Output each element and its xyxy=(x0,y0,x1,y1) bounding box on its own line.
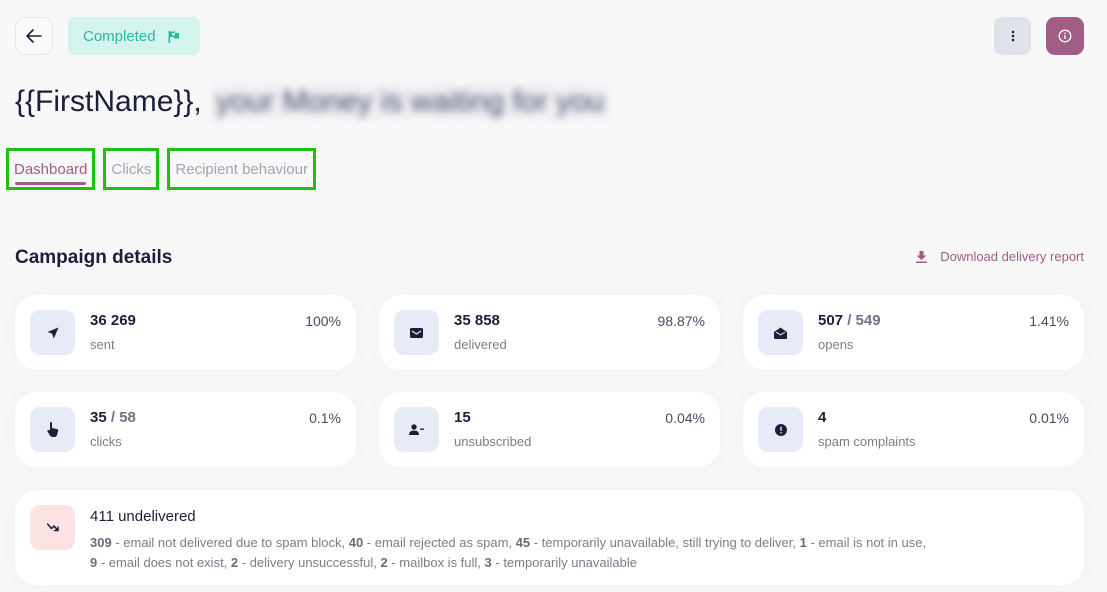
download-icon xyxy=(916,250,928,263)
stat-label: opens xyxy=(818,337,854,352)
stat-card-unsubscribed: 15 unsubscribed 0.04% xyxy=(379,392,720,467)
reason-count: 9 xyxy=(90,555,98,570)
envelope-icon xyxy=(410,327,423,338)
undelivered-reasons: 309 - email not delivered due to spam bl… xyxy=(90,533,1050,573)
tab-dashboard[interactable]: Dashboard xyxy=(6,148,96,190)
stat-count: 35 858 xyxy=(454,312,500,329)
stat-card-delivered: 35 858 delivered 98.87% xyxy=(379,295,720,370)
reason-count: 309 xyxy=(90,535,112,550)
undelivered-reason: 1 - email is not in use, xyxy=(799,535,927,550)
stat-count: 15 xyxy=(454,409,471,426)
stat-icon-box xyxy=(394,310,439,355)
stat-label: clicks xyxy=(90,434,122,449)
download-delivery-report-link[interactable]: Download delivery report xyxy=(916,249,1084,264)
undelivered-reason: 40 - email rejected as spam, xyxy=(348,535,516,550)
section-title: Campaign details xyxy=(15,247,173,268)
download-label: Download delivery report xyxy=(940,249,1084,264)
envelope-open-icon xyxy=(774,327,787,339)
stat-icon-box xyxy=(758,310,803,355)
stat-total: 58 xyxy=(119,409,136,426)
stat-icon-box xyxy=(30,407,75,452)
title-merge-tag: {{FirstName}}, xyxy=(15,85,202,118)
send-icon xyxy=(47,327,58,338)
stat-icon-box xyxy=(758,407,803,452)
undelivered-reason: 45 - temporarily unavailable, still tryi… xyxy=(515,535,800,550)
more-options-button[interactable] xyxy=(994,17,1031,55)
reason-count: 45 xyxy=(515,535,531,550)
reason-count: 2 xyxy=(230,555,239,570)
exclamation-circle-icon xyxy=(774,423,787,436)
stat-card-spam-complaints: 4 spam complaints 0.01% xyxy=(743,392,1084,467)
stat-label: unsubscribed xyxy=(454,434,532,449)
stat-value: 15 xyxy=(454,409,471,426)
stat-count: 35 xyxy=(90,409,107,426)
undelivered-card: 411 undelivered 309 - email not delivere… xyxy=(15,490,1084,585)
stat-count: 4 xyxy=(818,409,827,426)
reason-count: 2 xyxy=(380,555,388,570)
reason-count: 1 xyxy=(799,535,807,550)
stat-card-sent: 36 269 sent 100% xyxy=(15,295,356,370)
stat-icon-box xyxy=(394,407,439,452)
stat-value: 507 / 549 xyxy=(818,312,881,329)
title-blurred-text: your Money is waiting for you xyxy=(211,85,609,119)
stat-value: 35 / 58 xyxy=(90,409,136,426)
info-icon xyxy=(1058,29,1072,43)
status-label: Completed xyxy=(83,27,156,45)
undelivered-title: 411 undelivered xyxy=(90,508,196,525)
stat-percent: 1.41% xyxy=(1029,313,1069,329)
trend-down-icon xyxy=(46,523,59,532)
stat-percent: 0.01% xyxy=(1029,410,1069,426)
stat-value: 4 xyxy=(818,409,826,426)
back-button[interactable] xyxy=(15,17,53,55)
stat-value: 35 858 xyxy=(454,312,500,329)
user-minus-icon xyxy=(409,424,424,435)
stat-icon-box xyxy=(30,310,75,355)
stat-label: sent xyxy=(90,337,115,352)
stat-count: 36 269 xyxy=(90,312,136,329)
stat-card-opens: 507 / 549 opens 1.41% xyxy=(743,295,1084,370)
stat-percent: 0.1% xyxy=(309,410,341,426)
undelivered-reason: 3 - temporarily unavailable xyxy=(484,555,637,570)
reason-count: 3 xyxy=(484,555,492,570)
stat-percent: 100% xyxy=(305,313,341,329)
tab-recipient-behaviour[interactable]: Recipient behaviour xyxy=(167,148,316,190)
page-title: {{FirstName}}, your Money is waiting for… xyxy=(15,85,609,119)
stat-card-clicks: 35 / 58 clicks 0.1% xyxy=(15,392,356,467)
undelivered-reason: 309 - email not delivered due to spam bl… xyxy=(90,535,349,550)
flag-icon xyxy=(168,30,179,43)
stat-total: 549 xyxy=(855,312,881,329)
stat-count: 507 xyxy=(818,312,844,329)
info-button[interactable] xyxy=(1046,17,1084,55)
undelivered-reason: 2 - delivery unsuccessful, xyxy=(230,555,381,570)
stat-percent: 98.87% xyxy=(657,313,705,329)
stat-icon-box xyxy=(30,505,75,550)
more-vertical-icon xyxy=(1011,30,1014,42)
undelivered-reason: 9 - email does not exist, xyxy=(90,555,231,570)
stats-grid: 36 269 sent 100% 35 858 delivered 98.87%… xyxy=(15,295,1084,467)
undelivered-reason: 2 - mailbox is full, xyxy=(380,555,485,570)
arrow-left-icon xyxy=(26,29,42,43)
stat-label: spam complaints xyxy=(818,434,916,449)
reason-count: 40 xyxy=(348,535,364,550)
tab-bar: Dashboard Clicks Recipient behaviour xyxy=(6,148,316,190)
stat-percent: 0.04% xyxy=(665,410,705,426)
tab-clicks[interactable]: Clicks xyxy=(103,148,160,190)
hand-pointer-icon xyxy=(46,422,58,437)
stat-label: delivered xyxy=(454,337,507,352)
stat-value: 36 269 xyxy=(90,312,136,329)
status-badge: Completed xyxy=(68,17,200,55)
